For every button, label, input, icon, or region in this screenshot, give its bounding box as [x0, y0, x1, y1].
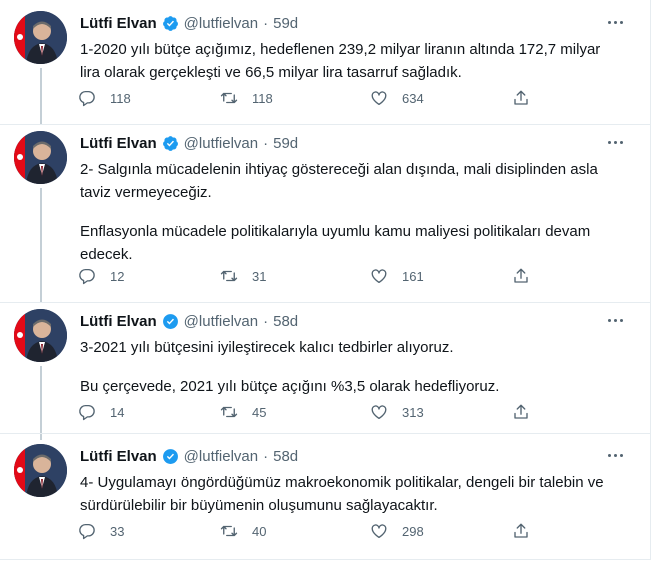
like-button[interactable]: 313: [370, 401, 424, 423]
tweet[interactable]: Lütfi Elvan @lutfielvan · 58d 3-2021 yıl…: [0, 309, 650, 433]
share-icon: [514, 268, 528, 283]
retweet-button[interactable]: 40: [220, 520, 266, 542]
reply-count: 14: [110, 404, 125, 420]
tweet-actions: 12 31 161: [78, 265, 538, 287]
retweet-icon: [220, 525, 238, 537]
avatar[interactable]: [14, 444, 67, 497]
author-name[interactable]: Lütfi Elvan: [80, 313, 157, 330]
author-name[interactable]: Lütfi Elvan: [80, 448, 157, 465]
tweet-divider: [0, 433, 650, 434]
author-handle[interactable]: @lutfielvan: [184, 448, 258, 465]
verified-badge-icon: [162, 448, 179, 465]
retweet-icon: [220, 270, 238, 282]
heart-icon: [371, 524, 387, 539]
reply-count: 12: [110, 268, 125, 284]
tweet-text: 2- Salgınla mücadelenin ihtiyaç gösterec…: [80, 158, 620, 266]
more-icon[interactable]: [603, 15, 627, 29]
tweet-paragraph: 1-2020 yılı bütçe açığımız, hedeflenen 2…: [80, 41, 601, 81]
retweet-button[interactable]: 118: [220, 87, 273, 109]
verified-badge-icon: [162, 135, 179, 152]
author-handle[interactable]: @lutfielvan: [184, 135, 258, 152]
retweet-count: 31: [252, 268, 267, 284]
dot-separator: ·: [263, 312, 269, 330]
reply-icon: [79, 404, 95, 421]
retweet-count: 118: [252, 90, 273, 106]
reply-count: 118: [110, 90, 131, 106]
timestamp[interactable]: 58d: [273, 313, 298, 330]
like-count: 634: [402, 90, 424, 106]
retweet-icon: [220, 92, 238, 104]
more-icon[interactable]: [603, 135, 627, 149]
reply-button[interactable]: 14: [78, 401, 124, 423]
like-count: 298: [402, 523, 424, 539]
share-icon: [514, 523, 528, 538]
like-button[interactable]: 298: [370, 520, 424, 542]
tweet-divider: [0, 302, 650, 303]
share-button[interactable]: [512, 401, 544, 423]
tweet[interactable]: Lütfi Elvan @lutfielvan · 59d 1-2020 yıl…: [0, 11, 650, 125]
retweet-count: 40: [252, 523, 267, 539]
timestamp[interactable]: 59d: [273, 135, 298, 152]
avatar[interactable]: [14, 131, 67, 184]
author-handle[interactable]: @lutfielvan: [184, 15, 258, 32]
author-name[interactable]: Lütfi Elvan: [80, 135, 157, 152]
tweet-paragraph: 2- Salgınla mücadelenin ihtiyaç gösterec…: [80, 161, 598, 201]
heart-icon: [371, 269, 387, 284]
retweet-count: 45: [252, 404, 267, 420]
heart-icon: [371, 405, 387, 420]
tweet-header: Lütfi Elvan @lutfielvan · 58d: [80, 446, 298, 466]
dot-separator: ·: [263, 14, 269, 32]
reply-icon: [79, 90, 95, 107]
tweet-paragraph: 4- Uygulamayı öngördüğümüz makroekonomik…: [80, 474, 604, 514]
verified-badge-icon: [162, 15, 179, 32]
like-button[interactable]: 161: [370, 265, 424, 287]
timeline: Lütfi Elvan @lutfielvan · 59d 1-2020 yıl…: [0, 0, 651, 560]
reply-icon: [79, 268, 95, 285]
tweet-actions: 14 45 313: [78, 401, 538, 423]
tweet-actions: 33 40 298: [78, 520, 538, 542]
reply-button[interactable]: 33: [78, 520, 124, 542]
avatar[interactable]: [14, 11, 67, 64]
tweet-paragraph: Bu çerçevede, 2021 yılı bütçe açığını %3…: [80, 378, 500, 395]
avatar[interactable]: [14, 309, 67, 362]
dot-separator: ·: [263, 134, 269, 152]
author-handle[interactable]: @lutfielvan: [184, 313, 258, 330]
reply-button[interactable]: 12: [78, 265, 124, 287]
tweet-header: Lütfi Elvan @lutfielvan · 59d: [80, 13, 298, 33]
share-icon: [514, 90, 528, 105]
like-button[interactable]: 634: [370, 87, 424, 109]
tweet-paragraph: Enflasyonla mücadele politikalarıyla uyu…: [80, 223, 591, 263]
more-icon[interactable]: [603, 313, 627, 327]
more-icon[interactable]: [603, 448, 627, 462]
verified-badge-icon: [162, 313, 179, 330]
reply-button[interactable]: 118: [78, 87, 131, 109]
like-count: 313: [402, 404, 424, 420]
tweet-text: 1-2020 yılı bütçe açığımız, hedeflenen 2…: [80, 38, 620, 84]
timestamp[interactable]: 59d: [273, 15, 298, 32]
share-button[interactable]: [512, 265, 544, 287]
reply-count: 33: [110, 523, 125, 539]
dot-separator: ·: [263, 447, 269, 465]
share-icon: [514, 404, 528, 419]
tweet-paragraph: 3-2021 yılı bütçesini iyileştirecek kalı…: [80, 339, 454, 356]
retweet-button[interactable]: 31: [220, 265, 266, 287]
tweet-actions: 118 118 634: [78, 87, 538, 109]
timestamp[interactable]: 58d: [273, 448, 298, 465]
author-name[interactable]: Lütfi Elvan: [80, 15, 157, 32]
tweet-text: 4- Uygulamayı öngördüğümüz makroekonomik…: [80, 471, 620, 517]
retweet-button[interactable]: 45: [220, 401, 266, 423]
tweet-divider: [0, 124, 650, 125]
share-button[interactable]: [512, 520, 544, 542]
tweet[interactable]: Lütfi Elvan @lutfielvan · 58d 4- Uygulam…: [0, 444, 650, 556]
heart-icon: [371, 91, 387, 106]
tweet[interactable]: Lütfi Elvan @lutfielvan · 59d 2- Salgınl…: [0, 131, 650, 301]
like-count: 161: [402, 268, 424, 284]
retweet-icon: [220, 406, 238, 418]
tweet-header: Lütfi Elvan @lutfielvan · 58d: [80, 311, 298, 331]
tweet-text: 3-2021 yılı bütçesini iyileştirecek kalı…: [80, 336, 620, 398]
reply-icon: [79, 523, 95, 540]
tweet-header: Lütfi Elvan @lutfielvan · 59d: [80, 133, 298, 153]
share-button[interactable]: [512, 87, 544, 109]
